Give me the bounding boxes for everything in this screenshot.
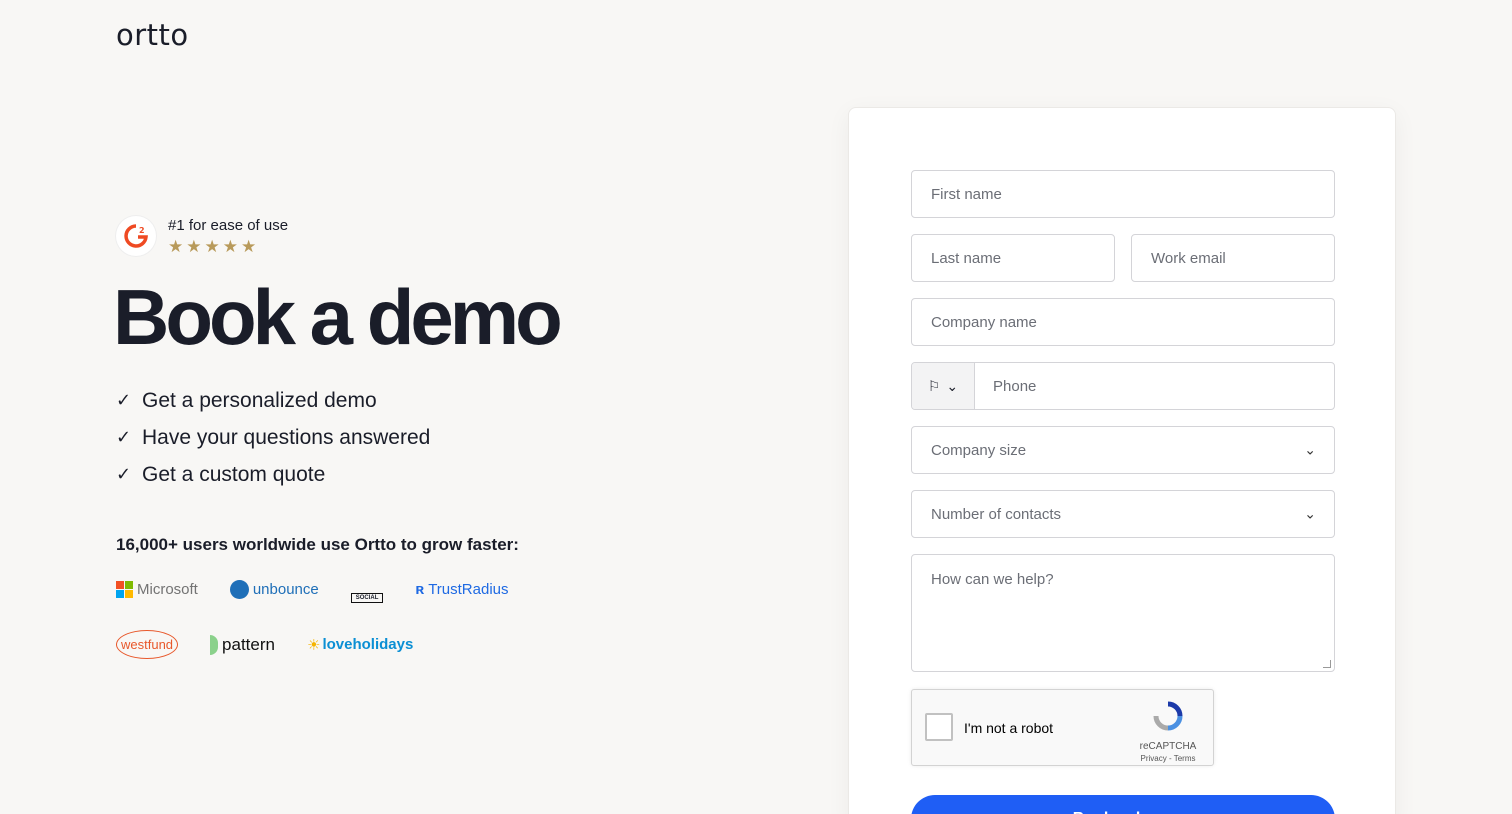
company-size-select[interactable]: Company size ⌄ [911, 426, 1335, 474]
company-name-field[interactable]: Company name [911, 298, 1335, 346]
ortto-logo[interactable]: ortto [116, 18, 189, 52]
star-icon: ★ [241, 237, 257, 256]
social-logo: SOCIAL [350, 575, 384, 603]
rating-stars: ★ ★ ★ ★ ★ [168, 238, 288, 255]
recaptcha-links[interactable]: Privacy - Terms [1133, 754, 1203, 763]
g2-icon: 2 [116, 216, 156, 256]
g2-badge: 2 #1 for ease of use ★ ★ ★ ★ ★ [116, 216, 288, 256]
first-name-field[interactable]: First name [911, 170, 1335, 218]
recaptcha-checkbox[interactable] [925, 713, 953, 741]
page-title: Book a demo [113, 273, 563, 361]
chevron-down-icon: ⌄ [946, 377, 959, 394]
benefit-item: ✓ Have your questions answered [116, 425, 431, 449]
star-icon: ★ [222, 237, 238, 256]
check-icon: ✓ [116, 464, 132, 484]
chevron-down-icon: ⌄ [1304, 505, 1316, 522]
check-icon: ✓ [116, 390, 132, 410]
svg-text:2: 2 [139, 226, 145, 235]
help-textarea[interactable]: How can we help? [911, 554, 1335, 672]
last-name-field[interactable]: Last name [911, 234, 1115, 282]
recaptcha-label: I'm not a robot [964, 720, 1054, 736]
book-demo-button[interactable]: Book a demo [911, 795, 1335, 814]
recaptcha-widget: I'm not a robot reCAPTCHA Privacy - Term… [911, 689, 1214, 766]
demo-form-card: First name Last name Work email Company … [848, 107, 1396, 814]
recaptcha-brand: reCAPTCHA Privacy - Terms [1133, 700, 1203, 763]
customer-logos-row: Microsoft unbounce SOCIAL ʀ TrustRadius [116, 575, 541, 603]
country-code-select[interactable]: ⚐ ⌄ [912, 363, 975, 409]
recaptcha-icon [1153, 701, 1183, 731]
westfund-logo: westfund [116, 630, 179, 659]
star-icon: ★ [168, 237, 184, 256]
work-email-field[interactable]: Work email [1131, 234, 1335, 282]
phone-field-group: ⚐ ⌄ Phone [911, 362, 1335, 410]
unbounce-logo: unbounce [229, 579, 319, 599]
benefit-item: ✓ Get a custom quote [116, 462, 326, 486]
customer-logos-row: westfund pattern ☀ loveholidays [116, 630, 445, 659]
check-icon: ✓ [116, 427, 132, 447]
star-icon: ★ [186, 237, 202, 256]
resize-handle-icon[interactable] [1323, 660, 1331, 668]
flag-icon: ⚐ [927, 377, 941, 394]
trustradius-logo: ʀ TrustRadius [415, 580, 509, 598]
badge-title: #1 for ease of use [168, 217, 289, 234]
star-icon: ★ [204, 237, 220, 256]
benefits-list: ✓ Get a personalized demo ✓ Have your ques… [116, 382, 430, 493]
social-proof-title: 16,000+ users worldwide use Ortto to gro… [116, 535, 519, 554]
benefit-item: ✓ Get a personalized demo [116, 388, 377, 412]
contacts-select[interactable]: Number of contacts ⌄ [911, 490, 1335, 538]
loveholidays-logo: ☀ loveholidays [306, 636, 414, 654]
microsoft-logo: Microsoft [116, 580, 198, 598]
pattern-logo: pattern [210, 634, 275, 655]
phone-field[interactable]: Phone [975, 363, 1334, 409]
chevron-down-icon: ⌄ [1304, 441, 1316, 458]
